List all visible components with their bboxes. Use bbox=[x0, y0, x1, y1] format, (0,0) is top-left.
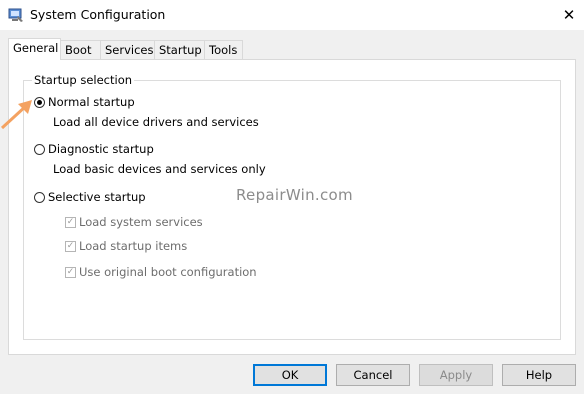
diagnostic-startup-label: Diagnostic startup bbox=[48, 142, 154, 156]
use-original-boot-config-label: Use original boot configuration bbox=[79, 265, 257, 279]
system-config-icon bbox=[8, 8, 23, 22]
tab-general-label: General bbox=[13, 41, 59, 55]
tab-general[interactable]: General bbox=[8, 38, 61, 60]
tab-startup-label: Startup bbox=[159, 43, 202, 57]
annotation-arrow-icon bbox=[0, 100, 32, 130]
close-button[interactable]: ✕ bbox=[554, 0, 584, 30]
load-system-services-checkbox[interactable]: ✓ Load system services bbox=[65, 215, 203, 229]
diagnostic-startup-radio[interactable]: Diagnostic startup bbox=[34, 142, 154, 156]
tab-tools[interactable]: Tools bbox=[204, 40, 243, 59]
cancel-button[interactable]: Cancel bbox=[336, 364, 410, 386]
selective-startup-radio[interactable]: Selective startup bbox=[34, 190, 146, 204]
load-startup-items-label: Load startup items bbox=[79, 239, 188, 253]
use-original-boot-config-checkbox[interactable]: ✓ Use original boot configuration bbox=[65, 265, 257, 279]
checkmark-icon: ✓ bbox=[65, 266, 76, 278]
checkmark-icon: ✓ bbox=[65, 240, 76, 252]
tab-startup[interactable]: Startup bbox=[154, 40, 205, 59]
load-system-services-label: Load system services bbox=[79, 215, 203, 229]
normal-startup-radio[interactable]: Normal startup bbox=[34, 95, 135, 109]
watermark: RepairWin.com bbox=[236, 186, 353, 204]
radio-unselected-icon bbox=[34, 191, 45, 203]
diagnostic-startup-description: Load basic devices and services only bbox=[53, 162, 266, 176]
tab-boot-label: Boot bbox=[65, 43, 92, 57]
close-icon: ✕ bbox=[562, 6, 576, 24]
apply-button[interactable]: Apply bbox=[419, 364, 493, 386]
load-startup-items-checkbox[interactable]: ✓ Load startup items bbox=[65, 239, 187, 253]
radio-unselected-icon bbox=[34, 143, 45, 155]
tab-boot[interactable]: Boot bbox=[60, 40, 101, 59]
general-tab-panel: Startup selection Normal startup Load al… bbox=[8, 59, 576, 355]
selective-startup-label: Selective startup bbox=[48, 190, 146, 204]
window-title: System Configuration bbox=[30, 7, 166, 22]
checkmark-icon: ✓ bbox=[65, 216, 76, 228]
normal-startup-description: Load all device drivers and services bbox=[53, 115, 259, 129]
help-button[interactable]: Help bbox=[502, 364, 576, 386]
tab-tools-label: Tools bbox=[209, 43, 238, 57]
normal-startup-label: Normal startup bbox=[48, 95, 135, 109]
group-label: Startup selection bbox=[32, 73, 135, 87]
title-bar: System Configuration ✕ bbox=[0, 0, 584, 30]
startup-selection-group: Startup selection Normal startup Load al… bbox=[23, 73, 561, 340]
tab-services[interactable]: Services bbox=[100, 40, 155, 59]
ok-button[interactable]: OK bbox=[253, 364, 327, 386]
tab-services-label: Services bbox=[105, 43, 154, 57]
